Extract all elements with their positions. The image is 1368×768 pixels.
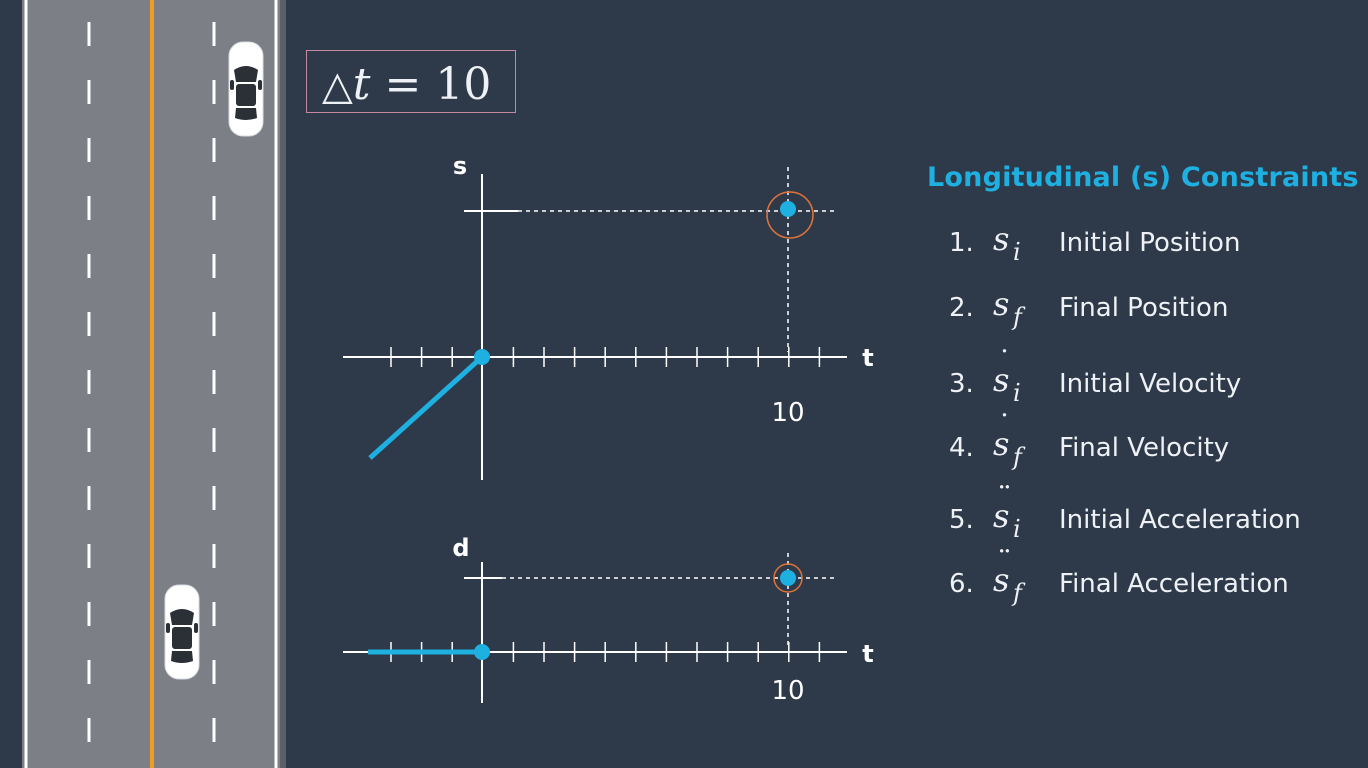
constraint-number: 2. [949, 293, 974, 323]
s-plot-history-line [368, 355, 484, 460]
constraint-label: Initial Acceleration [1059, 505, 1301, 535]
constraint-number: 5. [949, 505, 974, 535]
s-plot: s t 10 [343, 152, 874, 480]
delta-t-value: 10 [435, 59, 492, 110]
delta-t-equals: = [384, 59, 422, 110]
constraint-label: Initial Position [1059, 228, 1241, 258]
delta-t-variable: t [352, 59, 371, 110]
s-plot-end-point [780, 201, 796, 217]
constraint-number: 6. [949, 569, 974, 599]
d-plot-tick-label: 10 [771, 676, 804, 706]
s-plot-y-label: s [453, 152, 467, 180]
constraint-symbol: ˙ s f [993, 409, 1022, 471]
d-plot-start-point [474, 644, 490, 660]
s-plot-x-label: t [862, 344, 873, 372]
constraint-number: 4. [949, 433, 974, 463]
d-plot-y-label: d [452, 534, 469, 562]
d-plot-x-label: t [862, 640, 873, 668]
constraint-symbol: s i [993, 220, 1021, 266]
s-plot-tick-label: 10 [771, 398, 804, 428]
d-plot-end-point [780, 570, 796, 586]
constraint-symbol: ˙ s i [993, 345, 1021, 407]
delta-t-equation: △t = 10 [322, 58, 491, 113]
constraint-symbol: ¨ s i [993, 481, 1021, 543]
constraints-title: Longitudinal (s) Constraints [927, 162, 1359, 193]
s-plot-start-point [474, 349, 490, 365]
constraint-number: 3. [949, 369, 974, 399]
constraint-number: 1. [949, 228, 974, 258]
car-top [228, 41, 264, 137]
constraint-label: Final Position [1059, 293, 1229, 323]
delta-symbol: △ [322, 63, 353, 109]
constraint-symbol: ¨ s f [993, 545, 1022, 607]
d-plot: d t 10 [343, 534, 874, 706]
constraint-label: Final Velocity [1059, 433, 1230, 463]
constraint-label: Final Acceleration [1059, 569, 1289, 599]
constraint-symbol: s f [993, 285, 1022, 331]
constraint-label: Initial Velocity [1059, 369, 1242, 399]
car-bottom [164, 584, 200, 680]
